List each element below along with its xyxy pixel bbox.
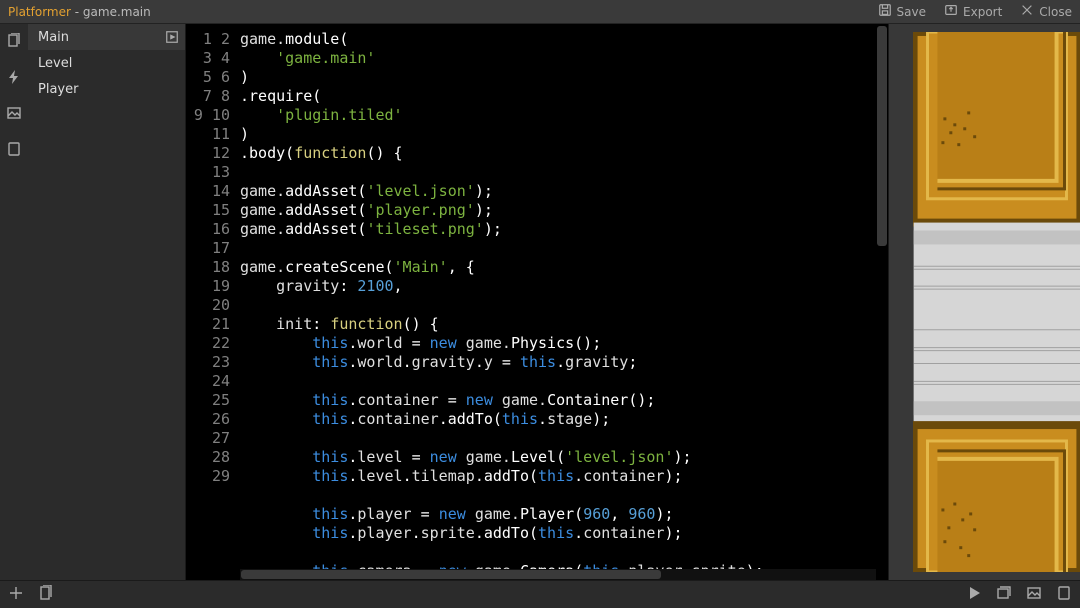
rect-icon[interactable] — [5, 140, 23, 158]
status-bar — [0, 580, 1080, 608]
save-icon — [878, 3, 892, 20]
module-name: game.main — [83, 5, 151, 19]
window-title: Platformer - game.main — [8, 5, 151, 19]
vertical-scroll-thumb[interactable] — [877, 26, 887, 246]
run-scene-icon[interactable] — [165, 30, 179, 44]
docs-icon[interactable] — [5, 32, 23, 50]
play-icon[interactable] — [966, 585, 982, 605]
sidebar-item-label: Level — [38, 56, 72, 71]
plus-icon[interactable] — [8, 585, 24, 605]
image2-icon[interactable] — [1026, 585, 1042, 605]
close-button[interactable]: Close — [1020, 3, 1072, 20]
doc-icon[interactable] — [38, 585, 54, 605]
sidebar: Main Level Player — [28, 24, 186, 580]
title-bar: Platformer - game.main Save Export Close — [0, 0, 1080, 24]
export-icon — [944, 3, 958, 20]
sidebar-item-level[interactable]: Level — [28, 50, 185, 76]
line-gutter: 1 2 3 4 5 6 7 8 9 10 11 12 13 14 15 16 1… — [186, 24, 240, 580]
game-preview — [913, 32, 1080, 572]
code-editor: 1 2 3 4 5 6 7 8 9 10 11 12 13 14 15 16 1… — [186, 24, 888, 580]
title-separator: - — [71, 5, 83, 19]
close-button-label: Close — [1039, 5, 1072, 19]
sidebar-item-label: Main — [38, 30, 69, 45]
code-area[interactable]: game.module( 'game.main' ) .require( 'pl… — [240, 24, 876, 580]
main-area: Main Level Player 1 2 3 4 5 6 7 8 9 10 11 … — [0, 24, 1080, 580]
save-button[interactable]: Save — [878, 3, 926, 20]
sidebar-item-main[interactable]: Main — [28, 24, 185, 50]
image-icon[interactable] — [5, 104, 23, 122]
horizontal-scrollbar[interactable] — [240, 569, 876, 580]
close-icon — [1020, 3, 1034, 20]
sidebar-item-label: Player — [38, 82, 78, 97]
rect2-icon[interactable] — [1056, 585, 1072, 605]
gallery-icon[interactable] — [996, 585, 1012, 605]
activity-rail — [0, 24, 28, 580]
horizontal-scroll-thumb[interactable] — [241, 570, 661, 579]
save-button-label: Save — [897, 5, 926, 19]
export-button-label: Export — [963, 5, 1002, 19]
vertical-scrollbar[interactable] — [876, 24, 888, 580]
preview-panel — [888, 24, 1080, 580]
sidebar-item-player[interactable]: Player — [28, 76, 185, 102]
project-name: Platformer — [8, 5, 71, 19]
bolt-icon[interactable] — [5, 68, 23, 86]
export-button[interactable]: Export — [944, 3, 1002, 20]
